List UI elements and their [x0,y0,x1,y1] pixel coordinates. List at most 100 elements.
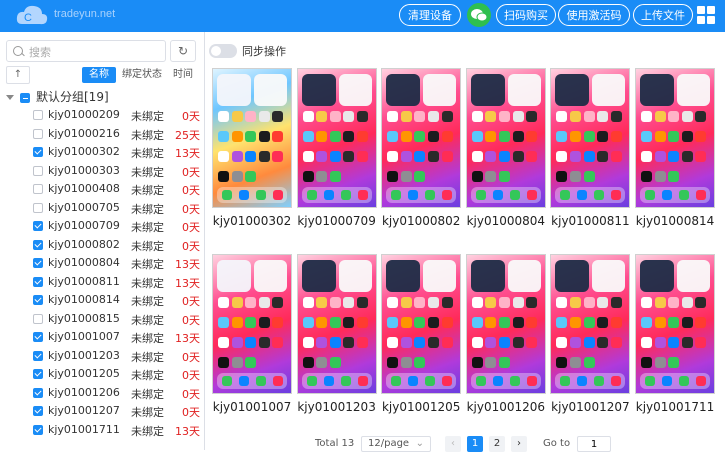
wechat-icon[interactable] [467,3,491,27]
device-screen-card[interactable]: kjy01001007 [212,254,292,414]
device-checkbox[interactable] [33,147,43,157]
calendar-widget [592,260,626,292]
device-row[interactable]: kjy01001007 未绑定 13天 [0,328,204,347]
phone-screen[interactable] [212,254,292,394]
device-row[interactable]: kjy01000709 未绑定 0天 [0,217,204,236]
days-remaining: 0天 [182,110,200,123]
device-row[interactable]: kjy01000216 未绑定 25天 [0,125,204,144]
device-label: kjy01000302 [212,214,292,228]
days-remaining: 0天 [182,387,200,401]
device-row[interactable]: kjy01000811 未绑定 13天 [0,273,204,292]
phone-screen[interactable] [381,68,462,208]
device-screen-card[interactable]: kjy01001711 [635,254,715,414]
device-row[interactable]: kjy01000814 未绑定 0天 [0,291,204,310]
phone-screen[interactable] [212,68,292,208]
sort-tab-bind-status[interactable]: 绑定状态 [120,67,164,83]
page-size-value: 12/page [368,438,410,449]
phone-screen[interactable] [296,68,377,208]
device-screen-card[interactable]: kjy01000814 [635,68,715,228]
app-grid [471,111,542,191]
device-screen-card[interactable]: kjy01000802 [381,68,462,228]
device-group[interactable]: 默认分组[19] [6,89,109,105]
phone-screen[interactable] [296,254,377,394]
sort-tab-time[interactable]: 时间 [168,67,198,83]
device-screen-card[interactable]: kjy01001205 [381,254,462,414]
device-row[interactable]: kjy01000802 未绑定 0天 [0,236,204,255]
phone-screen[interactable] [465,254,546,394]
device-checkbox[interactable] [33,221,43,231]
device-name: kjy01000705 [48,200,120,214]
group-checkbox[interactable] [20,92,30,103]
sort-direction-button[interactable]: ↑ [6,66,30,84]
device-row[interactable]: kjy01000209 未绑定 0天 [0,106,204,125]
device-row[interactable]: kjy01000408 未绑定 0天 [0,180,204,199]
bind-status: 未绑定 [131,387,164,401]
device-checkbox[interactable] [33,406,43,416]
device-checkbox[interactable] [33,350,43,361]
sync-toggle[interactable] [209,44,237,58]
device-screen-card[interactable]: kjy01000804 [465,68,546,228]
phone-screen[interactable] [635,68,715,208]
device-name: kjy01001206 [48,385,120,399]
device-name: kjy01000815 [48,311,120,325]
wechat-bubbles-icon [471,9,488,22]
device-checkbox[interactable] [33,295,43,305]
device-checkbox[interactable] [33,184,43,194]
phone-screen[interactable] [550,68,631,208]
device-checkbox[interactable] [33,165,43,176]
phone-screen[interactable] [635,254,715,394]
days-remaining: 0天 [182,184,200,197]
bind-status: 未绑定 [131,295,164,308]
device-checkbox[interactable] [33,128,43,139]
device-row[interactable]: kjy01000705 未绑定 0天 [0,199,204,218]
device-checkbox[interactable] [33,332,43,342]
chevron-down-icon[interactable] [6,95,14,100]
phone-screen[interactable] [550,254,631,394]
device-checkbox[interactable] [33,110,43,120]
grid-menu-icon[interactable] [697,6,715,24]
device-screen-card[interactable]: kjy01001206 [465,254,546,414]
device-checkbox[interactable] [33,239,43,250]
device-screen-card[interactable]: kjy01001203 [296,254,377,414]
device-row[interactable]: kjy01001711 未绑定 13天 [0,421,204,440]
device-row[interactable]: kjy01000804 未绑定 13天 [0,254,204,273]
app-dock [470,373,541,389]
device-name: kjy01000209 [48,108,120,121]
refresh-button[interactable]: ↻ [170,40,196,62]
app-grid [218,297,288,377]
device-row[interactable]: kjy01001203 未绑定 0天 [0,347,204,366]
sort-tab-name[interactable]: 名称 [82,67,116,83]
device-screen-card[interactable]: kjy01001207 [550,254,631,414]
use-activation-code-button[interactable]: 使用激活码 [558,4,630,26]
device-row[interactable]: kjy01000302 未绑定 13天 [0,143,204,162]
device-checkbox[interactable] [33,387,43,398]
bind-status: 未绑定 [131,350,164,364]
device-checkbox[interactable] [33,424,43,435]
weather-widget [386,74,421,106]
phone-screen[interactable] [381,254,462,394]
device-row[interactable]: kjy01001205 未绑定 0天 [0,365,204,384]
device-row[interactable]: kjy01001207 未绑定 0天 [0,402,204,421]
bind-status: 未绑定 [131,202,164,216]
device-label: kjy01000804 [466,214,546,228]
device-screen-card[interactable]: kjy01000709 [296,68,377,228]
days-remaining: 13天 [175,258,200,271]
device-screen-card[interactable]: kjy01000302 [212,68,292,228]
upload-file-button[interactable]: 上传文件 [633,4,693,26]
device-checkbox[interactable] [33,313,43,324]
search-input[interactable] [27,43,161,61]
device-row[interactable]: kjy01000815 未绑定 0天 [0,310,204,329]
device-checkbox[interactable] [33,369,43,379]
device-name: kjy01000811 [48,274,120,288]
device-screen-card[interactable]: kjy01000811 [550,68,631,228]
clean-device-button[interactable]: 清理设备 [399,4,461,26]
days-remaining: 0天 [182,295,200,308]
device-checkbox[interactable] [33,276,43,287]
device-checkbox[interactable] [33,202,43,213]
scan-buy-button[interactable]: 扫码购买 [496,4,556,26]
phone-screen[interactable] [465,68,546,208]
device-row[interactable]: kjy01001206 未绑定 0天 [0,384,204,403]
device-checkbox[interactable] [33,258,43,268]
device-row[interactable]: kjy01000303 未绑定 0天 [0,162,204,181]
goto-label: Go to [543,438,571,449]
